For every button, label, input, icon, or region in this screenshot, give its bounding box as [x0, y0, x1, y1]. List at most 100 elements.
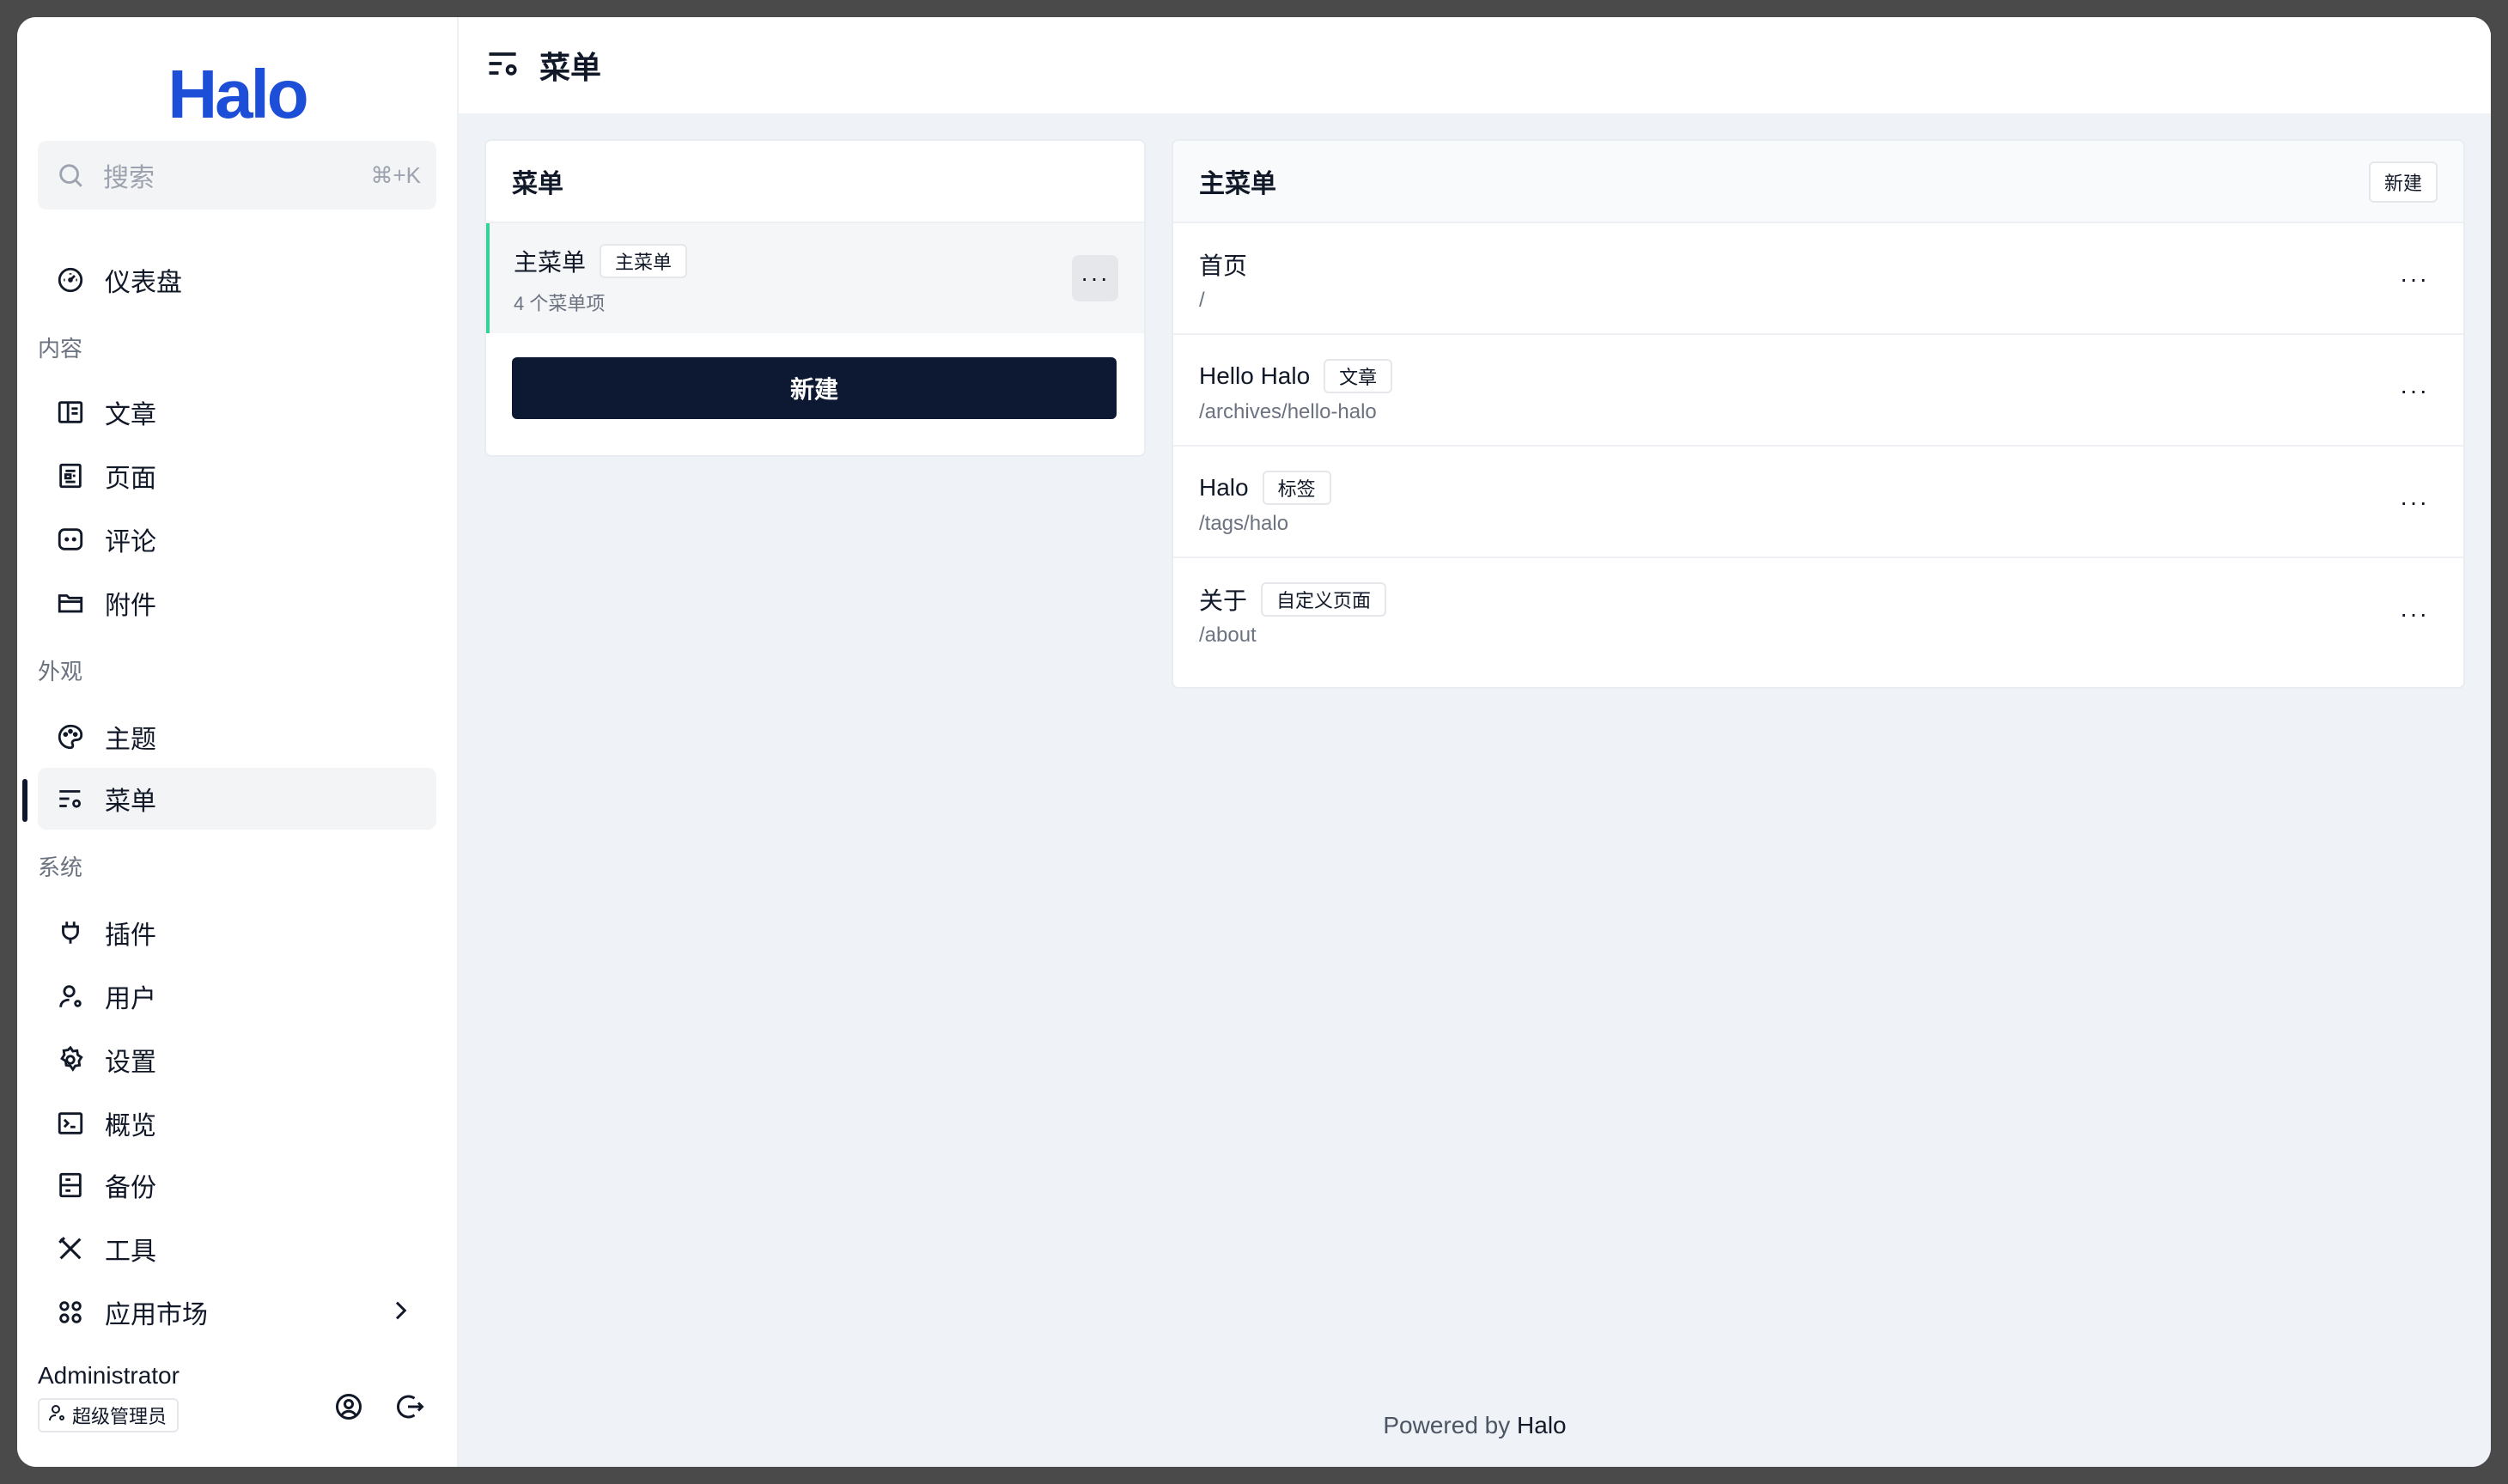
sidebar-item-label: 备份: [105, 1174, 156, 1202]
role-label: 超级管理员: [72, 1406, 167, 1427]
menu-item-more-button[interactable]: ···: [2391, 591, 2438, 637]
menu-item-name: Hello Halo: [1199, 362, 1311, 389]
app-window: Halo 搜索 ⌘+K 仪表盘 内容 文章 页面 评论 附件 外观 主题 菜单 …: [17, 17, 2491, 1467]
sidebar: Halo 搜索 ⌘+K 仪表盘 内容 文章 页面 评论 附件 外观 主题 菜单 …: [17, 17, 459, 1467]
palette-icon: [53, 720, 88, 754]
menu-badge: 主菜单: [600, 244, 688, 278]
terminal-icon: [53, 1106, 88, 1140]
sidebar-item-label: 应用市场: [105, 1301, 208, 1329]
sidebar-item-themes[interactable]: 主题: [38, 706, 436, 768]
menu-item-path: /about: [1199, 623, 1257, 647]
sidebar-item-dashboard[interactable]: 仪表盘: [38, 249, 436, 311]
menu-item-row[interactable]: 关于 自定义页面 /about ···: [1173, 558, 2463, 670]
sidebar-item-plugins[interactable]: 插件: [38, 902, 436, 964]
footer-prefix: Powered by: [1383, 1412, 1511, 1438]
tools-icon: [53, 1232, 88, 1266]
sidebar-item-label: 用户: [105, 985, 156, 1013]
search-shortcut: ⌘+K: [370, 161, 421, 188]
folder-icon: [53, 586, 88, 620]
sidebar-item-label: 仪表盘: [105, 269, 182, 297]
sidebar-item-settings[interactable]: 设置: [38, 1029, 436, 1091]
chevron-right-icon: [387, 1297, 414, 1329]
menu-item-type-badge: 文章: [1324, 359, 1393, 393]
page-icon: [53, 459, 88, 493]
user-role-icon: [46, 1402, 67, 1428]
sidebar-item-pages[interactable]: 页面: [38, 445, 436, 507]
menu-item-more-button[interactable]: ···: [2391, 479, 2438, 526]
menu-item-name: 关于: [1199, 587, 1248, 614]
menu-item-name: 首页: [1199, 252, 1248, 279]
menu-more-button[interactable]: ···: [1072, 255, 1118, 301]
menu-item-row[interactable]: 首页 / ···: [1173, 223, 2463, 335]
more-icon: ···: [2400, 489, 2429, 515]
menus-panel: 菜单 主菜单 主菜单 4 个菜单项 ··· 新建: [484, 139, 1146, 457]
search-input[interactable]: 搜索 ⌘+K: [38, 141, 436, 210]
sidebar-item-label: 菜单: [105, 788, 156, 816]
sidebar-item-app-market[interactable]: 应用市场: [38, 1281, 436, 1343]
more-icon: ···: [1081, 265, 1110, 291]
dashboard-icon: [53, 263, 88, 297]
menu-item-path: /archives/hello-halo: [1199, 400, 1377, 423]
sidebar-item-label: 插件: [105, 921, 156, 950]
menu-item-path: /tags/halo: [1199, 512, 1289, 535]
search-placeholder: 搜索: [103, 164, 155, 192]
more-icon: ···: [2400, 600, 2429, 627]
menu-item-type-badge: 标签: [1262, 471, 1331, 505]
new-menu-item-button[interactable]: 新建: [2368, 161, 2438, 203]
sidebar-item-label: 设置: [105, 1049, 156, 1077]
search-icon: [53, 158, 88, 192]
menu-item-row[interactable]: Hello Halo 文章 /archives/hello-halo ···: [1173, 335, 2463, 447]
sidebar-item-label: 主题: [105, 726, 156, 754]
sidebar-item-label: 工具: [105, 1238, 156, 1266]
menu-item-more-button[interactable]: ···: [2391, 368, 2438, 414]
plug-icon: [53, 915, 88, 950]
user-icon: [53, 979, 88, 1013]
user-name: Administrator: [38, 1362, 180, 1389]
role-badge: 超级管理员: [38, 1398, 180, 1432]
logout-icon[interactable]: [393, 1390, 428, 1424]
sidebar-item-backup[interactable]: 备份: [38, 1154, 436, 1216]
sidebar-item-label: 评论: [105, 528, 156, 556]
profile-icon[interactable]: [332, 1390, 366, 1424]
menu-item-more-button[interactable]: ···: [2391, 256, 2438, 302]
menu-items-panel-header: 主菜单 新建: [1173, 141, 2463, 223]
user-panel: Administrator 超级管理员: [38, 1362, 436, 1441]
footer: Powered by Halo: [459, 1412, 2491, 1439]
main-content: 菜单 菜单 主菜单 主菜单 4 个菜单项 ··· 新建 主菜单 新建 首页 / …: [459, 17, 2491, 1467]
menu-items-panel-title: 主菜单: [1199, 170, 1276, 198]
footer-brand-link[interactable]: Halo: [1517, 1412, 1567, 1438]
sidebar-item-attachments[interactable]: 附件: [38, 572, 436, 634]
sidebar-item-overview[interactable]: 概览: [38, 1092, 436, 1154]
sidebar-item-comments[interactable]: 评论: [38, 508, 436, 570]
sidebar-item-posts[interactable]: 文章: [38, 381, 436, 443]
menu-list-item[interactable]: 主菜单 主菜单 4 个菜单项 ···: [486, 223, 1144, 333]
gear-icon: [53, 1043, 88, 1077]
page-title: 菜单: [539, 50, 602, 85]
sidebar-item-users[interactable]: 用户: [38, 965, 436, 1027]
active-indicator: [22, 779, 27, 822]
apps-icon: [53, 1295, 88, 1329]
new-menu-button[interactable]: 新建: [512, 357, 1117, 419]
sidebar-item-label: 页面: [105, 465, 156, 493]
menu-item-type-badge: 自定义页面: [1261, 582, 1387, 617]
halo-logo[interactable]: Halo: [17, 60, 457, 129]
sidebar-item-label: 附件: [105, 592, 156, 620]
group-label-content: 内容: [38, 336, 83, 362]
menu-name: 主菜单: [514, 249, 587, 276]
sidebar-item-tools[interactable]: 工具: [38, 1218, 436, 1280]
more-icon: ···: [2400, 265, 2429, 292]
menu-item-name: Halo: [1199, 474, 1249, 501]
group-label-system: 系统: [38, 855, 83, 880]
menu-settings-icon: [484, 45, 522, 87]
menu-item-row[interactable]: Halo 标签 /tags/halo ···: [1173, 447, 2463, 558]
menus-panel-title: 菜单: [512, 170, 563, 198]
menu-items-panel: 主菜单 新建 首页 / ··· Hello Halo 文章 /archives/…: [1172, 139, 2465, 689]
comment-icon: [53, 522, 88, 556]
sidebar-item-menus[interactable]: 菜单: [38, 768, 436, 830]
menus-panel-header: 菜单: [486, 141, 1144, 223]
sidebar-item-label: 文章: [105, 401, 156, 429]
backup-icon: [53, 1168, 88, 1202]
sidebar-item-label: 概览: [105, 1112, 156, 1140]
menu-settings-icon: [53, 782, 88, 816]
menu-item-count: 4 个菜单项: [514, 293, 606, 314]
